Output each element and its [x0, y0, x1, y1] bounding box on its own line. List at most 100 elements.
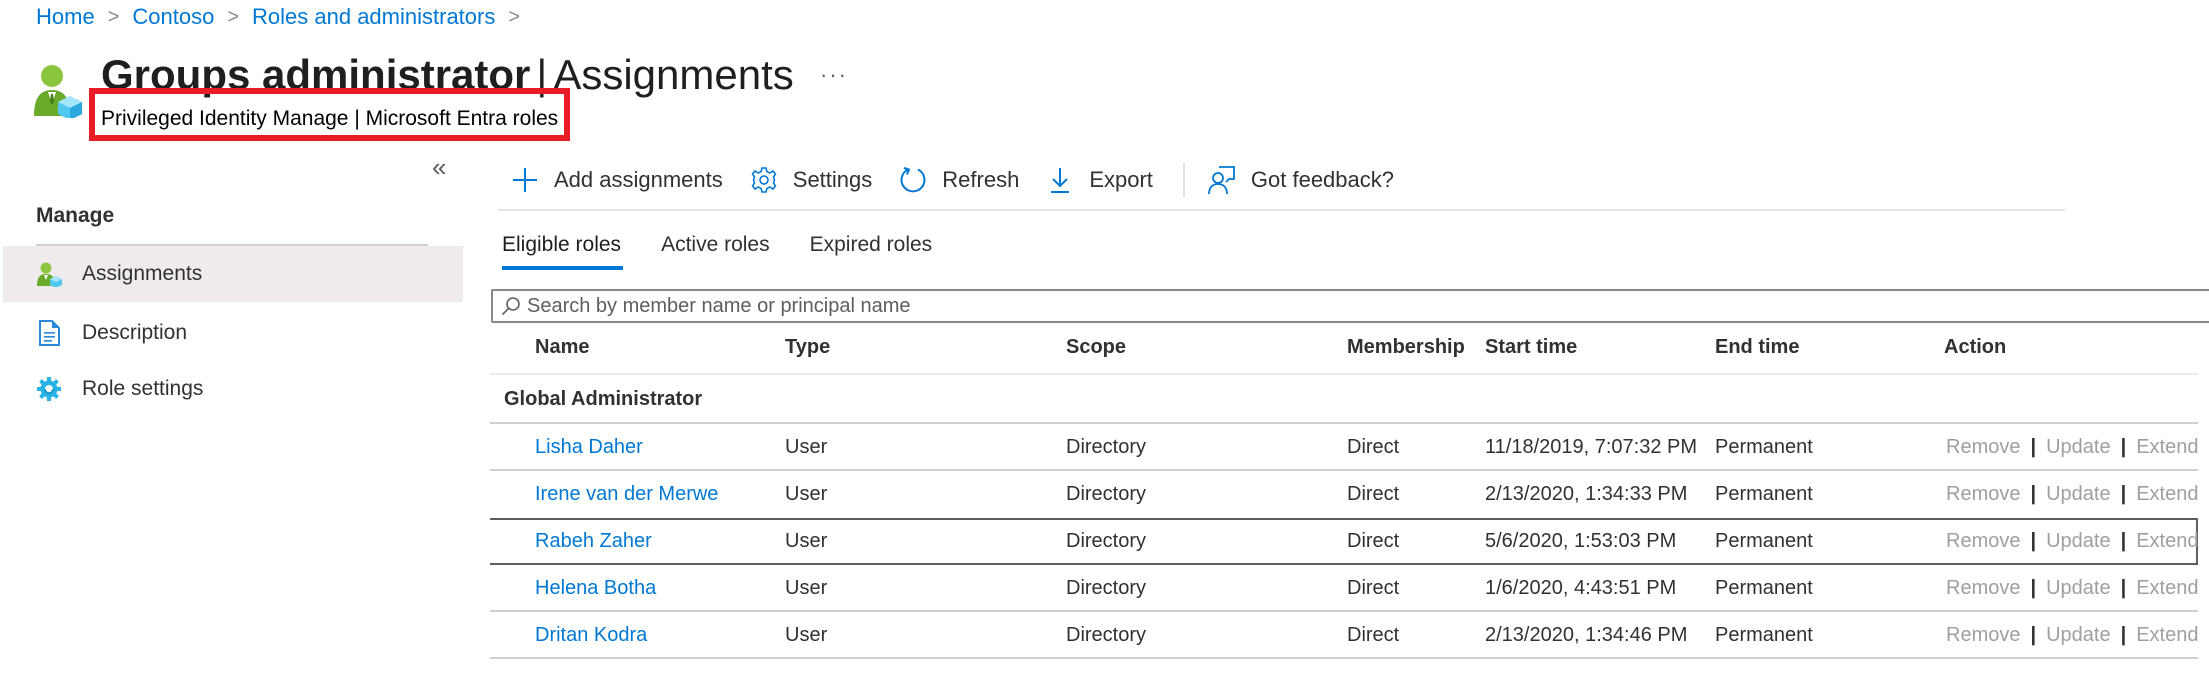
cell-end-time: Permanent [1715, 483, 1813, 505]
extend-action[interactable]: Extend [2136, 624, 2198, 646]
cell-end-time: Permanent [1715, 624, 1813, 646]
cell-scope: Directory [1066, 624, 1147, 646]
cell-start-time: 1/6/2020, 4:43:51 PM [1485, 577, 1677, 599]
settings-button[interactable]: Settings [749, 165, 873, 195]
breadcrumb-separator: > [107, 5, 120, 28]
more-options-button[interactable]: ··· [820, 62, 848, 88]
cell-membership: Direct [1347, 483, 1400, 505]
plus-icon [510, 165, 540, 195]
row-actions: Remove | Update | Extend [1946, 471, 2198, 518]
sidebar-item-role-settings[interactable]: Role settings [3, 361, 463, 417]
row-actions: Remove | Update | Extend [1946, 518, 2198, 565]
update-action[interactable]: Update [2046, 483, 2111, 505]
cell-start-time: 2/13/2020, 1:34:46 PM [1485, 624, 1688, 646]
row-divider [490, 657, 2198, 659]
settings-label: Settings [792, 167, 873, 192]
tab-expired-roles[interactable]: Expired roles [810, 230, 933, 264]
cell-end-time: Permanent [1715, 577, 1813, 599]
cell-membership: Direct [1347, 577, 1400, 599]
search-input[interactable] [527, 294, 2177, 318]
table-row[interactable]: Helena Botha User Directory Direct 1/6/2020,… [490, 565, 2198, 612]
cell-scope: Directory [1066, 483, 1147, 505]
remove-action[interactable]: Remove [1946, 436, 2020, 458]
extend-action[interactable]: Extend [2136, 483, 2198, 505]
table-row[interactable]: Rabeh Zaher User Directory Direct 5/6/2020, … [490, 518, 2198, 565]
feedback-label: Got feedback? [1250, 167, 1395, 192]
table-row[interactable]: Irene van der Merwe User Directory Direct 2/… [490, 471, 2198, 518]
sidebar-item-description[interactable]: Description [3, 305, 463, 361]
sidebar-item-label: Assignments [82, 262, 203, 285]
cell-type: User [785, 483, 828, 505]
feedback-icon [1207, 165, 1237, 195]
action-separator: | [2120, 530, 2127, 552]
export-button[interactable]: Export [1045, 165, 1153, 195]
update-action[interactable]: Update [2046, 624, 2111, 646]
action-separator: | [2120, 624, 2127, 646]
row-actions: Remove | Update | Extend [1946, 612, 2198, 659]
add-assignments-button[interactable]: Add assignments [510, 165, 723, 195]
tab-active-roles[interactable]: Active roles [661, 230, 770, 264]
cell-type: User [785, 624, 828, 646]
update-action[interactable]: Update [2046, 577, 2111, 599]
document-icon [36, 320, 62, 346]
table-row[interactable]: Dritan Kodra User Directory Direct 2/13/2020… [490, 612, 2198, 659]
column-header-start-time[interactable]: Start time [1485, 336, 1577, 359]
column-header-end-time[interactable]: End time [1715, 336, 1799, 359]
feedback-button[interactable]: Got feedback? [1207, 165, 1394, 195]
export-label: Export [1089, 167, 1153, 192]
action-separator: | [2030, 624, 2037, 646]
update-action[interactable]: Update [2046, 436, 2111, 458]
breadcrumb: Home > Contoso > Roles and administrator… [36, 2, 533, 32]
row-actions: Remove | Update | Extend [1946, 565, 2198, 612]
extend-action[interactable]: Extend [2136, 436, 2198, 458]
active-tab-indicator [502, 266, 623, 270]
search-icon [501, 296, 521, 316]
remove-action[interactable]: Remove [1946, 577, 2020, 599]
cell-start-time: 5/6/2020, 1:53:03 PM [1485, 530, 1677, 552]
table-row[interactable]: Lisha Daher User Directory Direct 11/18/2019… [490, 424, 2198, 471]
member-name-link[interactable]: Helena Botha [535, 565, 656, 612]
tab-eligible-roles[interactable]: Eligible roles [502, 230, 621, 264]
member-name-link[interactable]: Dritan Kodra [535, 612, 647, 659]
column-header-type[interactable]: Type [785, 336, 830, 359]
action-separator: | [2030, 436, 2037, 458]
add-assignments-label: Add assignments [554, 167, 723, 192]
breadcrumb-contoso[interactable]: Contoso [132, 4, 214, 30]
header-divider [490, 373, 2198, 375]
cell-end-time: Permanent [1715, 530, 1813, 552]
collapse-sidebar-button[interactable]: « [432, 152, 446, 183]
role-tabs: Eligible roles Active roles Expired role… [502, 230, 972, 264]
toolbar-separator [1182, 163, 1185, 197]
column-header-membership[interactable]: Membership [1347, 336, 1465, 359]
column-header-scope[interactable]: Scope [1066, 336, 1126, 359]
breadcrumb-separator: > [508, 5, 521, 28]
action-separator: | [2030, 577, 2037, 599]
cell-membership: Direct [1347, 530, 1400, 552]
sidebar-item-assignments[interactable]: Assignments [3, 246, 463, 302]
member-name-link[interactable]: Irene van der Merwe [535, 471, 718, 518]
column-header-name[interactable]: Name [535, 336, 589, 359]
remove-action[interactable]: Remove [1946, 624, 2020, 646]
remove-action[interactable]: Remove [1946, 483, 2020, 505]
breadcrumb-roles-and-administrators[interactable]: Roles and administrators [252, 4, 495, 30]
group-header-global-administrator: Global Administrator [504, 388, 703, 410]
action-separator: | [2120, 483, 2127, 505]
extend-action[interactable]: Extend [2136, 577, 2198, 599]
cell-start-time: 2/13/2020, 1:34:33 PM [1485, 483, 1688, 505]
cell-type: User [785, 436, 828, 458]
cell-scope: Directory [1066, 577, 1147, 599]
member-name-link[interactable]: Lisha Daher [535, 424, 643, 471]
search-box[interactable] [491, 289, 2209, 323]
sidebar-heading-manage: Manage [36, 204, 115, 227]
sidebar-item-label: Description [82, 321, 188, 344]
member-name-link[interactable]: Rabeh Zaher [535, 518, 652, 565]
row-actions: Remove | Update | Extend [1946, 424, 2198, 471]
cell-scope: Directory [1066, 436, 1147, 458]
extend-action[interactable]: Extend [2136, 530, 2198, 552]
download-icon [1045, 165, 1075, 195]
breadcrumb-home[interactable]: Home [36, 4, 95, 30]
remove-action[interactable]: Remove [1946, 530, 2020, 552]
command-bar: Add assignments Settings Refresh Export … [510, 162, 1420, 198]
refresh-button[interactable]: Refresh [898, 165, 1019, 195]
update-action[interactable]: Update [2046, 530, 2111, 552]
